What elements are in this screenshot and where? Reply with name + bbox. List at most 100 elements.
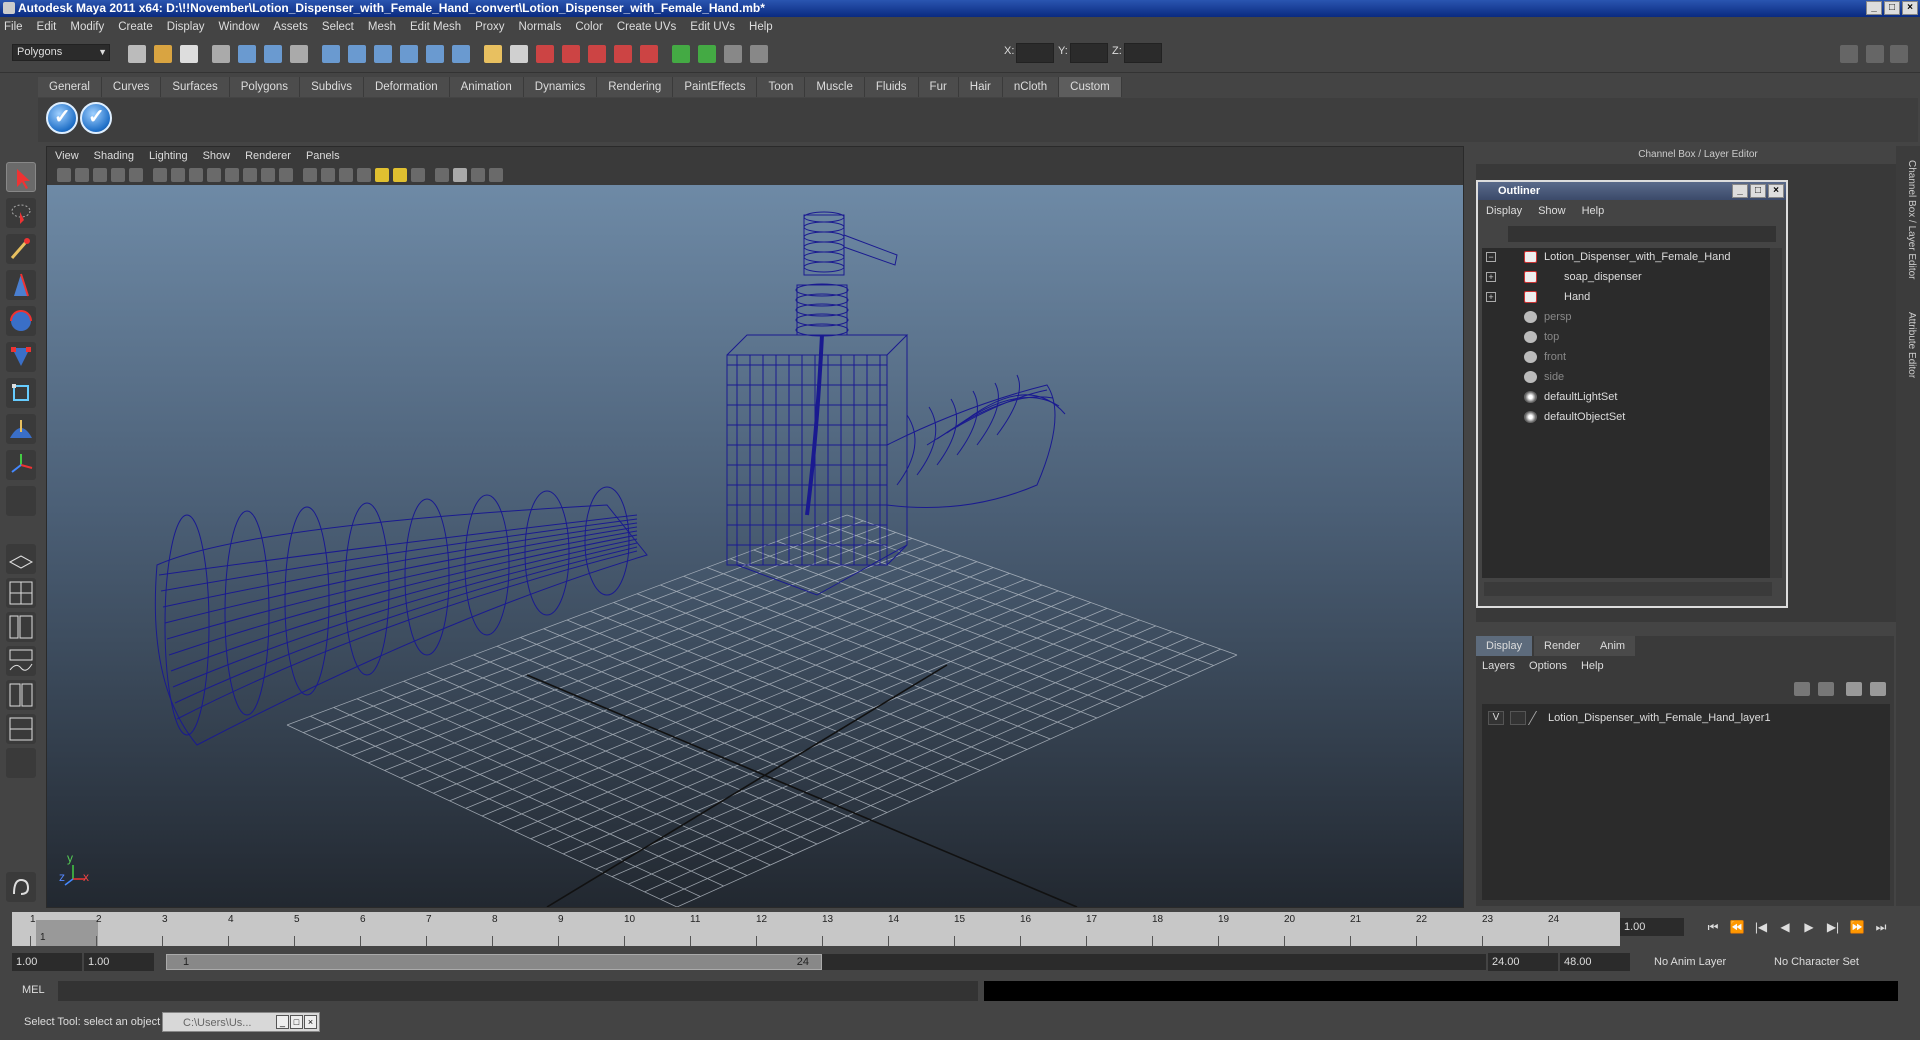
lock-selection-icon[interactable]: [290, 45, 308, 63]
outliner-item-defaultlightset[interactable]: defaultLightSet: [1482, 388, 1762, 406]
lasso-tool-icon[interactable]: [6, 198, 36, 228]
range-thumb[interactable]: 1 24: [166, 954, 822, 970]
shadows-icon[interactable]: [393, 168, 407, 182]
shelf-tab-muscle[interactable]: Muscle: [805, 77, 865, 97]
hypershade-persp-layout-icon[interactable]: [6, 680, 36, 710]
layer-row[interactable]: V Lotion_Dispenser_with_Female_Hand_laye…: [1488, 710, 1771, 726]
layer-color-swatch[interactable]: [1527, 711, 1547, 725]
single-perspective-layout-icon[interactable]: [6, 544, 36, 574]
safe-title-icon[interactable]: [279, 168, 293, 182]
outliner-close-button[interactable]: ×: [1768, 184, 1784, 198]
image-plane-icon[interactable]: [111, 168, 125, 182]
open-scene-icon[interactable]: [154, 45, 172, 63]
outliner-item-defaultobjectset[interactable]: defaultObjectSet: [1482, 408, 1762, 426]
construction-icon[interactable]: [724, 45, 742, 63]
shelf-tab-custom[interactable]: Custom: [1059, 77, 1122, 97]
camera-attributes-icon[interactable]: [75, 168, 89, 182]
dynamics-icon[interactable]: [6, 872, 36, 902]
select-hierarchy-icon[interactable]: [212, 45, 230, 63]
last-used-tool-icon[interactable]: [6, 486, 36, 516]
outliner-menu-show[interactable]: Show: [1538, 202, 1566, 220]
layer-add-icon[interactable]: [1870, 682, 1886, 696]
outliner-vertical-scrollbar[interactable]: [1770, 248, 1782, 578]
layer-options-icon[interactable]: [1846, 682, 1862, 696]
menu-window[interactable]: Window: [218, 21, 259, 33]
field-chart-icon[interactable]: [243, 168, 257, 182]
persp-graph-outliner-layout-icon[interactable]: [6, 714, 36, 744]
range-bar[interactable]: 1 24: [166, 954, 1486, 970]
step-back-key-button[interactable]: ⏪: [1728, 920, 1746, 936]
step-back-frame-button[interactable]: |◀: [1752, 920, 1770, 936]
snap-plane-icon[interactable]: [400, 45, 418, 63]
y-input[interactable]: [1070, 43, 1108, 63]
select-tool-icon[interactable]: [6, 162, 36, 192]
isolate-select-icon[interactable]: [435, 168, 449, 182]
menu-file[interactable]: File: [4, 21, 23, 33]
attribute-editor-toggle-icon[interactable]: [1890, 45, 1908, 63]
shelf-tab-animation[interactable]: Animation: [449, 77, 524, 97]
outliner-filter-field[interactable]: [1508, 226, 1776, 242]
shelf-tab-painteffects[interactable]: PaintEffects: [673, 77, 758, 97]
layer-new-icon[interactable]: [1794, 682, 1810, 696]
shelf-tab-general[interactable]: General: [38, 77, 102, 97]
gate-mask-icon[interactable]: [225, 168, 239, 182]
channel-box-vertical-tab[interactable]: Channel Box / Layer Editor: [1899, 160, 1917, 280]
layer-type-toggle[interactable]: [1510, 711, 1526, 725]
xray-components-icon[interactable]: [489, 168, 503, 182]
menu-create-uvs[interactable]: Create UVs: [617, 21, 676, 33]
layer-visibility-toggle[interactable]: V: [1488, 711, 1504, 725]
menu-proxy[interactable]: Proxy: [475, 21, 504, 33]
render-view-icon[interactable]: [510, 45, 528, 63]
persp-outliner-layout-icon[interactable]: [6, 612, 36, 642]
safe-action-icon[interactable]: [261, 168, 275, 182]
snap-grid-icon[interactable]: [322, 45, 340, 63]
scale-tool-icon[interactable]: [6, 342, 36, 372]
viewport-scene[interactable]: y x z: [47, 185, 1463, 908]
shelf-tab-surfaces[interactable]: Surfaces: [161, 77, 230, 97]
step-forward-frame-button[interactable]: ▶|: [1824, 920, 1842, 936]
shelf-check-button-1[interactable]: [46, 102, 78, 134]
menu-help[interactable]: Help: [749, 21, 773, 33]
rotate-tool-icon[interactable]: [6, 306, 36, 336]
channel-box-toggle-icon[interactable]: [1866, 45, 1884, 63]
outliner-item-soap-dispenser[interactable]: + soap_dispenser: [1482, 268, 1762, 286]
menu-mesh[interactable]: Mesh: [368, 21, 396, 33]
current-frame-marker[interactable]: 1: [36, 920, 98, 946]
outliner-item-persp[interactable]: persp: [1482, 308, 1762, 326]
select-camera-icon[interactable]: [57, 168, 71, 182]
shelf-tab-polygons[interactable]: Polygons: [229, 77, 301, 97]
wireframe-on-shaded-icon[interactable]: [339, 168, 353, 182]
menu-color[interactable]: Color: [575, 21, 602, 33]
close-button[interactable]: ×: [1902, 1, 1918, 15]
history-icon[interactable]: [452, 45, 470, 63]
wireframe-icon[interactable]: [303, 168, 317, 182]
grease-pencil-icon[interactable]: [153, 168, 167, 182]
xray-icon[interactable]: [453, 168, 467, 182]
layout-icon[interactable]: [1840, 45, 1858, 63]
viewport-menu-renderer[interactable]: Renderer: [245, 150, 291, 162]
outliner-item-front[interactable]: front: [1482, 348, 1762, 366]
new-scene-icon[interactable]: [128, 45, 146, 63]
shelf-tab-hair[interactable]: Hair: [958, 77, 1003, 97]
select-object-icon[interactable]: [238, 45, 256, 63]
layer-new-selected-icon[interactable]: [1818, 682, 1834, 696]
step-forward-key-button[interactable]: ⏩: [1848, 920, 1866, 936]
shelf-tab-fluids[interactable]: Fluids: [864, 77, 919, 97]
xray-joints-icon[interactable]: [471, 168, 485, 182]
bookmarks-icon[interactable]: [93, 168, 107, 182]
film-gate-icon[interactable]: [189, 168, 203, 182]
play-forward-button[interactable]: ▶: [1800, 920, 1818, 936]
outliner-horizontal-scrollbar[interactable]: [1484, 582, 1772, 596]
command-input[interactable]: [58, 981, 978, 1001]
expand-toggle-icon[interactable]: +: [1486, 292, 1496, 302]
smooth-shade-icon[interactable]: [321, 168, 335, 182]
viewport-menu-shading[interactable]: Shading: [94, 150, 134, 162]
viewport-menu-panels[interactable]: Panels: [306, 150, 340, 162]
menu-create[interactable]: Create: [118, 21, 153, 33]
layer-tab-render[interactable]: Render: [1534, 636, 1591, 656]
ipr-icon[interactable]: [536, 45, 554, 63]
snap-surface-icon[interactable]: [426, 45, 444, 63]
expand-toggle-icon[interactable]: −: [1486, 252, 1496, 262]
menu-normals[interactable]: Normals: [519, 21, 562, 33]
move-tool-icon[interactable]: [6, 270, 36, 300]
